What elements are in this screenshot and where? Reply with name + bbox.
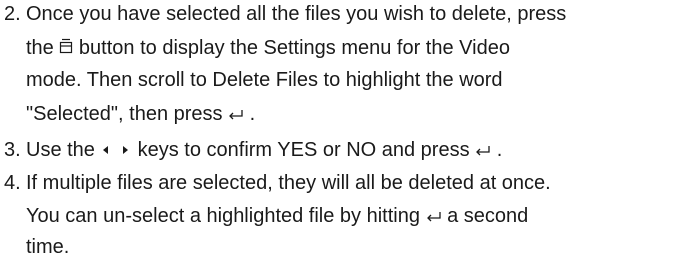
left-arrow-icon [100, 139, 112, 162]
step-line: time. [26, 236, 70, 258]
enter-icon [426, 205, 442, 228]
enter-icon [475, 139, 491, 162]
step-line: the button to display the Settings menu … [26, 37, 510, 60]
step-number: 2. [4, 3, 21, 25]
step-number: 4. [4, 172, 21, 194]
step-line: mode. Then scroll to Delete Files to hig… [26, 69, 503, 91]
right-arrow-icon [118, 139, 132, 162]
step-line: If multiple files are selected, they wil… [26, 172, 551, 194]
step-line: "Selected", then press . [26, 103, 256, 126]
step-number: 3. [4, 139, 21, 161]
step-line: Use the keys to confirm YES or NO and pr… [26, 139, 503, 162]
menu-icon [59, 37, 73, 60]
step-line: Once you have selected all the files you… [26, 3, 567, 25]
enter-icon [228, 103, 244, 126]
step-line: You can un-select a highlighted file by … [26, 205, 529, 228]
